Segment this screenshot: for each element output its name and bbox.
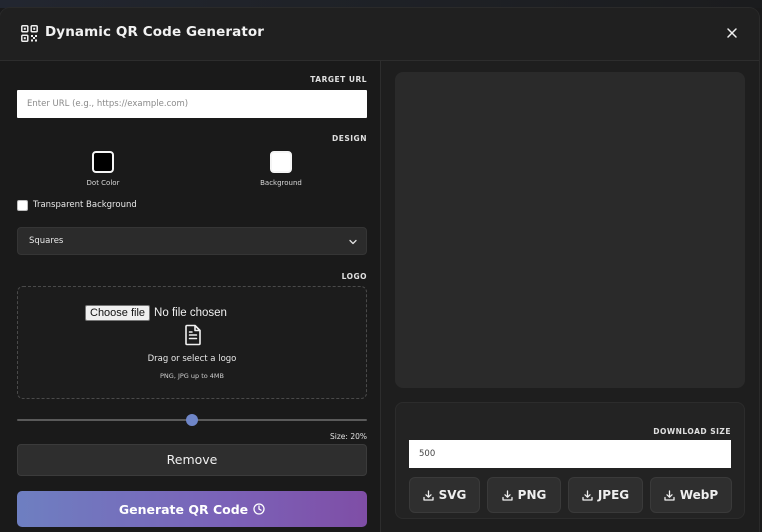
design-label: DESIGN <box>332 134 367 143</box>
download-webp-label: WebP <box>679 488 719 502</box>
choose-file-button[interactable]: Choose file <box>85 305 151 321</box>
target-url-input[interactable] <box>17 90 367 118</box>
document-icon <box>185 324 201 346</box>
dot-style-select[interactable]: Squares <box>17 227 367 255</box>
download-panel: DOWNLOAD SIZE SVG PNG <box>395 402 745 519</box>
background-color-label: Background <box>260 179 302 187</box>
logo-label: LOGO <box>341 272 367 281</box>
transparent-background-checkbox[interactable] <box>17 199 28 211</box>
dot-color-picker: Dot Color <box>63 151 143 187</box>
download-png-label: PNG <box>517 488 547 502</box>
qr-preview-area <box>395 72 745 388</box>
transparent-background-row: Transparent Background <box>17 199 137 211</box>
logo-file-input[interactable]: Choose file No file chosen <box>85 304 227 322</box>
close-icon[interactable] <box>723 24 741 42</box>
chevron-down-icon <box>349 239 357 245</box>
transparent-background-label: Transparent Background <box>33 200 137 210</box>
download-size-label: DOWNLOAD SIZE <box>653 427 731 436</box>
modal-title: Dynamic QR Code Generator <box>45 24 265 40</box>
download-icon <box>502 489 513 501</box>
logo-size-slider[interactable] <box>17 413 367 427</box>
clock-icon <box>253 503 265 515</box>
qr-code-icon <box>21 25 38 42</box>
output-panel: DOWNLOAD SIZE SVG PNG <box>381 61 759 532</box>
settings-panel: TARGET URL DESIGN Dot Color Background T… <box>0 61 381 532</box>
download-svg-label: SVG <box>438 488 467 502</box>
qr-generator-modal: Dynamic QR Code Generator TARGET URL DES… <box>0 8 759 532</box>
logo-dropzone[interactable]: Choose file No file chosen Drag or selec… <box>17 286 367 399</box>
no-file-chosen-text: No file chosen <box>154 307 227 319</box>
download-size-input[interactable] <box>409 440 731 468</box>
dropzone-instruction: Drag or select a logo <box>147 354 237 364</box>
download-svg-button[interactable]: SVG <box>409 477 480 513</box>
generate-qr-label: Generate QR Code <box>118 501 249 517</box>
target-url-label: TARGET URL <box>310 75 367 84</box>
download-png-button[interactable]: PNG <box>487 477 561 513</box>
download-icon <box>664 489 675 501</box>
download-jpeg-button[interactable]: JPEG <box>568 477 643 513</box>
dropzone-hint: PNG, JPG up to 4MB <box>160 372 224 380</box>
download-jpeg-label: JPEG <box>597 488 630 502</box>
remove-logo-button[interactable]: Remove <box>17 444 367 476</box>
page-background-strip <box>0 0 762 8</box>
generate-qr-button[interactable]: Generate QR Code <box>17 491 367 527</box>
dot-color-label: Dot Color <box>86 179 120 187</box>
download-icon <box>582 489 593 501</box>
dot-color-swatch[interactable] <box>92 151 114 173</box>
background-color-swatch[interactable] <box>270 151 292 173</box>
slider-thumb[interactable] <box>186 414 198 426</box>
logo-size-label: Size: 20% <box>330 432 367 441</box>
background-color-picker: Background <box>241 151 321 187</box>
dot-style-value: Squares <box>29 236 64 246</box>
download-icon <box>422 489 434 501</box>
download-webp-button[interactable]: WebP <box>650 477 732 513</box>
modal-header: Dynamic QR Code Generator <box>0 8 759 61</box>
